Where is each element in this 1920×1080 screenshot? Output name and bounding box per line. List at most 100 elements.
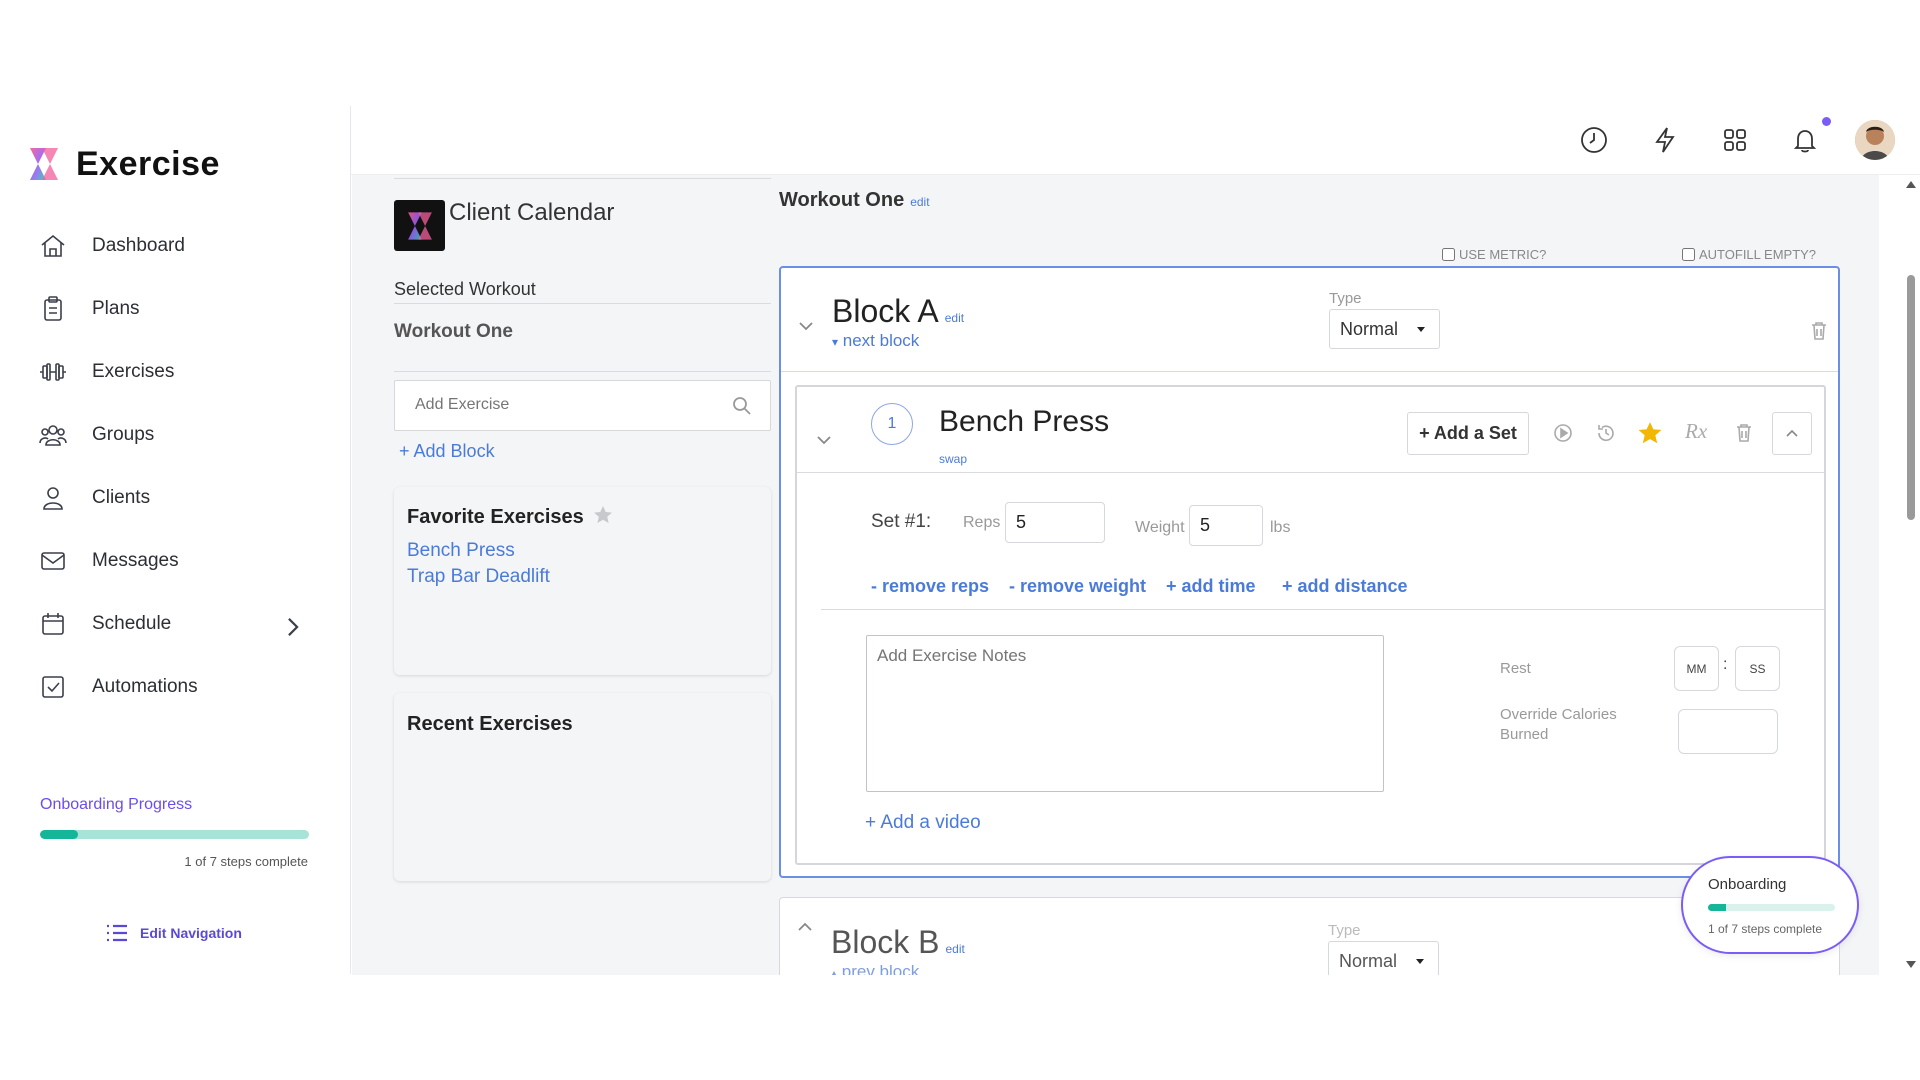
remove-weight-link[interactable]: - remove weight <box>1009 576 1146 597</box>
sidebar-item-clients[interactable]: Clients <box>38 478 308 518</box>
type-label: Type <box>1328 922 1361 939</box>
edit-navigation-label: Edit Navigation <box>140 925 242 941</box>
client-calendar-logo <box>394 200 445 251</box>
favorite-exercises-title-text: Favorite Exercises <box>407 506 584 528</box>
favorite-exercise-link[interactable]: Bench Press <box>407 540 515 562</box>
chevron-down-icon[interactable] <box>815 431 833 449</box>
delete-block-icon[interactable] <box>1810 321 1828 341</box>
divider <box>781 371 1838 372</box>
reps-input[interactable]: 5 <box>1005 502 1105 543</box>
use-metric-input[interactable] <box>1442 248 1455 261</box>
app-name: Exercise <box>76 144 220 183</box>
chevron-up-icon[interactable] <box>796 918 814 936</box>
trash-icon[interactable] <box>1733 422 1755 444</box>
onboarding-popup-title: Onboarding <box>1708 876 1787 893</box>
add-distance-link[interactable]: + add distance <box>1282 576 1408 597</box>
block-a: Block A edit ▾ next block Type Normal 1 B… <box>779 266 1840 878</box>
next-block-link[interactable]: ▾ next block <box>832 331 919 351</box>
add-set-button[interactable]: + Add a Set <box>1407 412 1529 455</box>
onboarding-progress-fill <box>40 830 79 839</box>
workout-title: Workout One edit <box>779 189 930 212</box>
rest-seconds-input[interactable]: SS <box>1735 646 1780 691</box>
swap-exercise-link[interactable]: swap <box>939 452 967 466</box>
use-metric-label: USE METRIC? <box>1459 247 1547 262</box>
favorite-exercise-link[interactable]: Trap Bar Deadlift <box>407 566 550 588</box>
play-icon[interactable] <box>1552 422 1574 444</box>
sidebar-item-dashboard[interactable]: Dashboard <box>38 226 308 266</box>
collapse-exercise-button[interactable] <box>1772 412 1812 455</box>
onboarding-popup[interactable]: Onboarding 1 of 7 steps complete <box>1681 856 1859 954</box>
edit-block-link[interactable]: edit <box>945 942 964 956</box>
block-type-value: Normal <box>1339 951 1398 971</box>
sidebar-item-automations[interactable]: Automations <box>38 667 308 707</box>
top-bar <box>351 106 1920 175</box>
mail-icon <box>41 552 65 570</box>
sidebar-item-exercises[interactable]: Exercises <box>38 352 308 392</box>
sidebar-item-label: Exercises <box>92 361 175 382</box>
onboarding-popup-status: 1 of 7 steps complete <box>1708 922 1823 936</box>
scrollbar-thumb[interactable] <box>1907 275 1915 520</box>
reps-label: Reps <box>963 514 1001 531</box>
block-title-text: Block B <box>831 924 940 960</box>
edit-workout-link[interactable]: edit <box>910 195 929 209</box>
main-content: Client Calendar Selected Workout Workout… <box>352 175 1879 975</box>
onboarding-progress-bar <box>40 830 309 839</box>
divider <box>394 303 771 304</box>
exercise-card: 1 Bench Press swap + Add a Set Rx Set #1… <box>795 385 1826 865</box>
favorite-exercises-card: Favorite Exercises Bench Press Trap Bar … <box>394 487 771 675</box>
rest-separator: : <box>1723 656 1728 673</box>
weight-input[interactable]: 5 <box>1189 505 1263 546</box>
clock-icon[interactable] <box>1578 124 1610 156</box>
rest-minutes-input[interactable]: MM <box>1674 646 1719 691</box>
caret-down-icon: ▾ <box>832 335 839 349</box>
prev-block-link[interactable]: ▴ prev block <box>831 962 919 975</box>
avatar[interactable] <box>1855 120 1895 160</box>
grid-icon[interactable] <box>1719 124 1751 156</box>
sidebar-item-label: Plans <box>92 298 140 319</box>
scrollbar[interactable] <box>1901 175 1920 975</box>
chevron-down-icon[interactable] <box>797 317 815 335</box>
divider <box>797 472 1824 473</box>
block-type-select[interactable]: Normal <box>1329 309 1440 349</box>
checkbox-icon <box>42 676 64 698</box>
scroll-down-arrow-icon[interactable] <box>1906 961 1916 969</box>
recent-exercises-title: Recent Exercises <box>407 713 573 735</box>
calendar-icon <box>42 613 64 635</box>
add-video-link[interactable]: + Add a video <box>865 812 981 834</box>
add-time-link[interactable]: + add time <box>1166 576 1256 597</box>
block-type-select[interactable]: Normal <box>1328 941 1439 975</box>
scroll-up-arrow-icon[interactable] <box>1906 180 1916 188</box>
star-icon[interactable] <box>1638 422 1662 444</box>
add-exercise-field[interactable] <box>394 380 771 431</box>
block-title: Block A edit <box>832 293 964 330</box>
divider <box>821 609 1824 610</box>
sidebar-item-schedule[interactable]: Schedule <box>38 604 308 644</box>
app-logo[interactable]: Exercise <box>24 144 220 184</box>
star-icon <box>594 506 613 523</box>
sidebar-item-messages[interactable]: Messages <box>38 541 308 581</box>
selected-workout-value: Workout One <box>394 321 513 342</box>
exercise-notes-textarea[interactable] <box>866 635 1384 792</box>
add-exercise-input[interactable] <box>415 396 715 414</box>
onboarding-progress-title[interactable]: Onboarding Progress <box>40 796 192 814</box>
rx-button[interactable]: Rx <box>1685 419 1707 444</box>
search-icon[interactable] <box>732 396 752 416</box>
autofill-empty-input[interactable] <box>1682 248 1695 261</box>
override-calories-input[interactable] <box>1678 709 1778 754</box>
onboarding-popup-fill <box>1708 904 1727 911</box>
use-metric-checkbox[interactable]: USE METRIC? <box>1442 247 1546 262</box>
prev-block-label: prev block <box>841 962 920 975</box>
set-label: Set #1: <box>871 511 932 532</box>
autofill-empty-checkbox[interactable]: AUTOFILL EMPTY? <box>1682 247 1816 262</box>
sidebar-item-label: Schedule <box>92 613 172 634</box>
sidebar-item-plans[interactable]: Plans <box>38 289 308 329</box>
add-block-button[interactable]: + Add Block <box>399 441 495 462</box>
sidebar-item-groups[interactable]: Groups <box>38 415 308 455</box>
lightning-icon[interactable] <box>1649 124 1681 156</box>
remove-reps-link[interactable]: - remove reps <box>871 576 989 597</box>
history-icon[interactable] <box>1595 422 1617 444</box>
bell-icon[interactable] <box>1789 124 1821 156</box>
edit-block-link[interactable]: edit <box>945 311 964 325</box>
user-icon <box>43 487 63 510</box>
edit-navigation-button[interactable]: Edit Navigation <box>106 923 242 943</box>
